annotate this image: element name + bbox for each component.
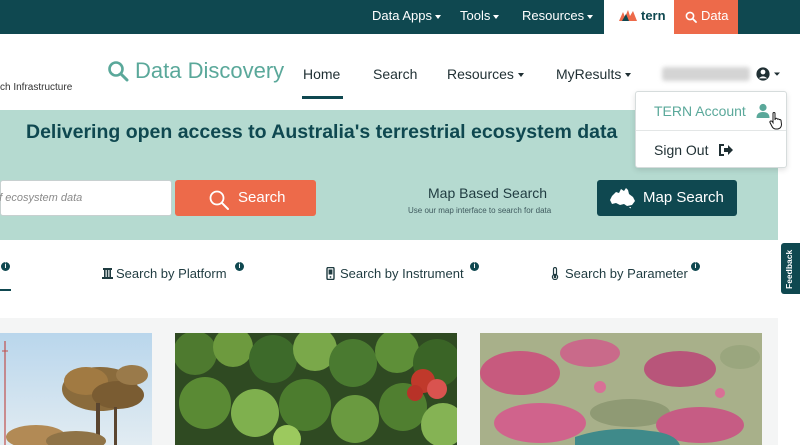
sign-out-item[interactable]: Sign Out <box>654 142 733 158</box>
map-search-subtitle: Use our map interface to search for data <box>408 206 552 215</box>
data-button[interactable]: Data <box>674 0 738 34</box>
nav-home-label: Home <box>303 66 341 82</box>
platform-icon <box>102 268 113 279</box>
feedback-label: Feedback <box>784 249 794 289</box>
data-apps-menu[interactable]: Data Apps <box>372 0 441 34</box>
resources-top-label: Resources <box>522 8 585 23</box>
info-icon[interactable]: i <box>1 262 10 271</box>
search-icon <box>108 61 129 82</box>
map-search-button-label: Map Search <box>643 189 724 206</box>
resources-top-menu[interactable]: Resources <box>522 0 594 34</box>
card-image-false-colour[interactable] <box>480 333 762 445</box>
tern-logo-text: tern <box>641 8 666 23</box>
card-image-savanna[interactable] <box>0 333 152 445</box>
caret-down-icon <box>493 14 500 19</box>
search-button-label: Search <box>238 189 286 206</box>
account-dropdown: TERN Account Sign Out <box>635 91 787 168</box>
page: Data Apps Tools Resources tern Data ch I… <box>0 0 800 445</box>
dropdown-divider <box>636 130 786 131</box>
caret-down-icon <box>435 14 441 19</box>
card-image-rainforest[interactable] <box>175 333 457 445</box>
hand-pointer-icon <box>769 112 783 130</box>
false-colour-aerial-photo <box>480 333 762 445</box>
tab-search-by-parameter-label: Search by Parameter <box>565 266 688 281</box>
nav-home[interactable]: Home <box>303 66 340 82</box>
username-blurred[interactable] <box>662 67 750 81</box>
brand-text-fragment: ch Infrastructure <box>0 82 73 93</box>
nav-myresults-label: MyResults <box>556 66 622 82</box>
info-icon[interactable]: i <box>470 262 479 271</box>
active-tab-indicator <box>0 289 11 291</box>
feedback-tab[interactable]: Feedback <box>781 243 800 294</box>
data-apps-label: Data Apps <box>372 8 432 23</box>
rainforest-canopy-photo <box>175 333 457 445</box>
top-utility-bar: Data Apps Tools Resources tern Data <box>0 0 800 34</box>
tools-menu[interactable]: Tools <box>460 0 500 34</box>
caret-down-icon <box>517 73 524 78</box>
caret-down-icon <box>587 14 594 19</box>
nav-resources-label: Resources <box>447 66 514 82</box>
tern-account-label: TERN Account <box>654 103 746 119</box>
australia-map-icon <box>610 188 635 209</box>
search-field[interactable] <box>0 180 172 216</box>
thermometer-icon <box>551 267 559 280</box>
user-icon <box>756 103 770 118</box>
tab-search-by-instrument-label: Search by Instrument <box>340 266 464 281</box>
tern-logo-link[interactable]: tern <box>604 0 674 34</box>
nav-resources[interactable]: Resources <box>447 66 524 82</box>
caret-down-icon <box>625 73 632 78</box>
nav-search-label: Search <box>373 66 418 82</box>
tools-label: Tools <box>460 8 491 23</box>
nav-active-indicator <box>302 96 343 99</box>
data-discovery-title: Data Discovery <box>135 58 285 83</box>
nav-myresults[interactable]: MyResults <box>556 66 632 82</box>
instrument-icon <box>326 267 335 280</box>
info-icon[interactable]: i <box>691 262 700 271</box>
search-input[interactable] <box>0 181 169 215</box>
data-button-label: Data <box>701 8 729 23</box>
info-icon[interactable]: i <box>235 262 244 271</box>
search-icon <box>685 11 697 23</box>
user-circle-icon <box>756 67 780 81</box>
nav-search[interactable]: Search <box>373 66 417 82</box>
hero-title: Delivering open access to Australia's te… <box>26 121 618 143</box>
tern-account-item[interactable]: TERN Account <box>654 103 783 130</box>
sign-out-label: Sign Out <box>654 142 709 158</box>
tab-search-by-platform-label: Search by Platform <box>116 266 227 281</box>
user-menu-toggle[interactable] <box>755 66 781 87</box>
map-search-button[interactable]: Map Search <box>597 180 737 216</box>
tern-logo-icon <box>619 10 637 21</box>
search-button[interactable]: Search <box>175 180 316 216</box>
sign-out-icon <box>719 144 733 156</box>
map-search-heading: Map Based Search <box>428 185 548 201</box>
savanna-photo <box>0 333 152 445</box>
search-icon <box>209 190 229 210</box>
